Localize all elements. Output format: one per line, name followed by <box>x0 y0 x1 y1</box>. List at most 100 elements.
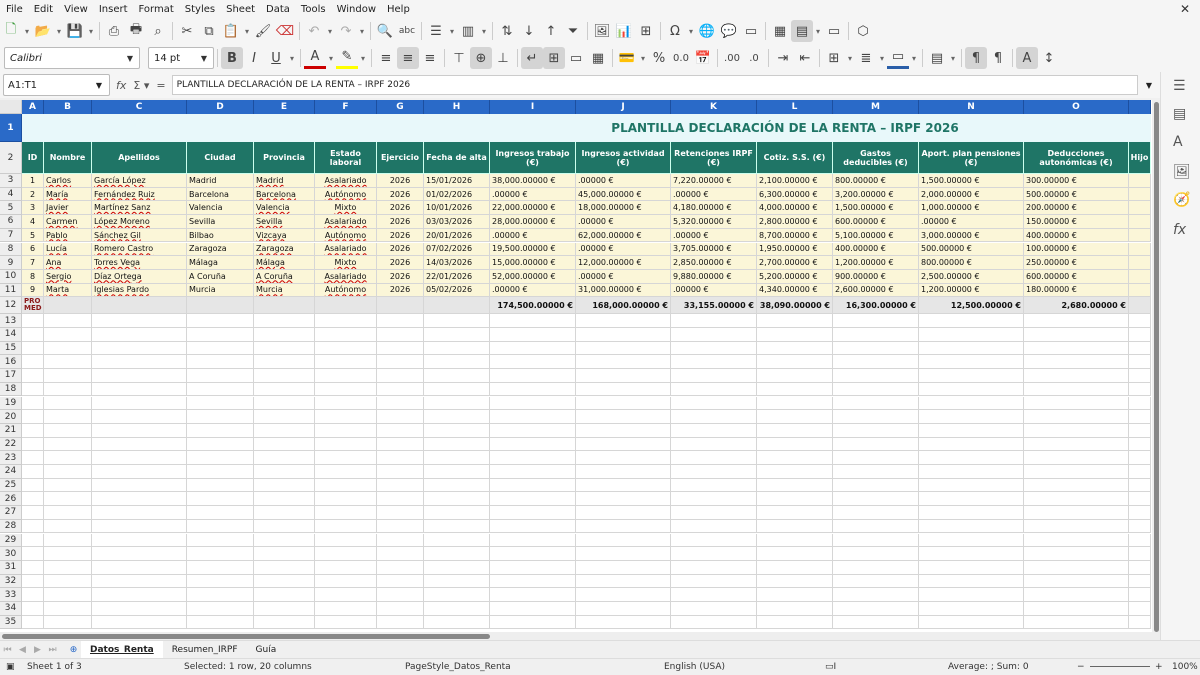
table-cell[interactable]: 6 <box>22 242 44 257</box>
table-cell[interactable]: 1,500.00000 € <box>833 201 919 216</box>
empty-cell[interactable] <box>1129 492 1151 507</box>
empty-cell[interactable] <box>377 423 424 438</box>
row-header-30[interactable]: 30 <box>0 547 22 561</box>
empty-cell[interactable] <box>187 533 254 548</box>
empty-cell[interactable] <box>377 492 424 507</box>
freeze-icon[interactable]: ▤ <box>791 20 813 42</box>
empty-cell[interactable] <box>1129 396 1151 411</box>
border-style-dropdown-icon[interactable]: ▾ <box>877 47 887 69</box>
empty-cell[interactable] <box>671 602 757 616</box>
empty-cell[interactable] <box>315 560 377 575</box>
empty-cell[interactable] <box>1129 451 1151 465</box>
currency-dropdown-icon[interactable]: ▾ <box>638 47 648 69</box>
empty-cell[interactable] <box>315 602 377 616</box>
column-header-b[interactable]: B <box>44 100 92 114</box>
empty-cell[interactable] <box>315 615 377 630</box>
empty-cell[interactable] <box>254 492 315 507</box>
column-title[interactable]: Hijo <box>1129 142 1151 174</box>
merge-center-icon[interactable]: ⊞ <box>543 47 565 69</box>
table-cell[interactable]: Bilbao <box>187 228 254 243</box>
row-header-4[interactable]: 4 <box>0 187 22 202</box>
table-cell[interactable]: Carmen <box>44 215 92 229</box>
empty-cell[interactable] <box>315 369 377 383</box>
row-header-16[interactable]: 16 <box>0 355 22 370</box>
column-header-i[interactable]: I <box>490 100 576 114</box>
total-cell[interactable]: 33,155.00000 € <box>671 297 757 315</box>
empty-cell[interactable] <box>92 328 187 342</box>
totals-label[interactable]: PRO MED <box>22 297 44 315</box>
table-cell[interactable]: 800.00000 € <box>833 174 919 188</box>
table-cell[interactable]: 100.00000 € <box>1024 242 1129 257</box>
wrap-text-icon[interactable]: ↵ <box>521 47 543 69</box>
empty-cell[interactable] <box>22 465 44 479</box>
italic-icon[interactable]: I <box>243 47 265 69</box>
empty-cell[interactable] <box>490 382 576 397</box>
empty-cell[interactable] <box>1129 615 1151 630</box>
table-cell[interactable]: 300.00000 € <box>1024 174 1129 188</box>
empty-cell[interactable] <box>1129 314 1151 328</box>
empty-cell[interactable] <box>757 560 833 575</box>
empty-cell[interactable] <box>671 506 757 520</box>
table-cell[interactable]: 05/02/2026 <box>424 283 490 298</box>
column-header-p[interactable] <box>1129 100 1151 114</box>
function-wizard-icon[interactable]: fx <box>116 79 126 92</box>
image-icon[interactable]: 🖼 <box>591 20 613 42</box>
freeze-dropdown-icon[interactable]: ▾ <box>813 20 823 42</box>
empty-cell[interactable] <box>22 533 44 548</box>
empty-cell[interactable] <box>833 451 919 465</box>
column-header-h[interactable]: H <box>424 100 490 114</box>
row-header-27[interactable]: 27 <box>0 506 22 520</box>
empty-cell[interactable] <box>315 297 377 315</box>
empty-cell[interactable] <box>377 396 424 411</box>
autofilter-icon[interactable]: ⏷ <box>562 20 584 42</box>
empty-cell[interactable] <box>1024 328 1129 342</box>
empty-cell[interactable] <box>44 492 92 507</box>
table-cell[interactable]: 22,000.00000 € <box>490 201 576 216</box>
table-cell[interactable] <box>1129 283 1151 298</box>
table-cell[interactable]: García López <box>92 174 187 188</box>
sort-icon[interactable]: ⇅ <box>496 20 518 42</box>
percent-icon[interactable]: % <box>648 47 670 69</box>
new-dropdown-icon[interactable]: ▾ <box>22 20 32 42</box>
empty-cell[interactable] <box>377 519 424 534</box>
empty-cell[interactable] <box>919 369 1024 383</box>
column-icon[interactable]: ▥ <box>457 20 479 42</box>
empty-cell[interactable] <box>315 437 377 452</box>
empty-cell[interactable] <box>671 423 757 438</box>
empty-cell[interactable] <box>315 396 377 411</box>
cut-icon[interactable]: ✂ <box>176 20 198 42</box>
empty-cell[interactable] <box>424 297 490 315</box>
empty-cell[interactable] <box>1024 382 1129 397</box>
empty-cell[interactable] <box>1129 533 1151 548</box>
empty-cell[interactable] <box>1129 519 1151 534</box>
table-cell[interactable]: Autónomo <box>315 283 377 298</box>
menu-window[interactable]: Window <box>331 4 381 15</box>
table-cell[interactable]: 15/01/2026 <box>424 174 490 188</box>
empty-cell[interactable] <box>92 574 187 589</box>
table-cell[interactable]: 2,600.00000 € <box>833 283 919 298</box>
empty-cell[interactable] <box>44 478 92 493</box>
empty-cell[interactable] <box>490 519 576 534</box>
row-header-26[interactable]: 26 <box>0 492 22 507</box>
table-cell[interactable]: .00000 € <box>671 228 757 243</box>
empty-cell[interactable] <box>254 451 315 465</box>
empty-cell[interactable] <box>92 341 187 356</box>
empty-cell[interactable] <box>1024 574 1129 589</box>
empty-cell[interactable] <box>576 547 671 561</box>
spreadsheet-grid[interactable]: ABCDEFGHIJKLMNO 1 PLANTILLA DECLARACIÓN D… <box>0 100 1152 632</box>
empty-cell[interactable] <box>424 547 490 561</box>
row-header-2[interactable]: 2 <box>0 142 22 174</box>
empty-cell[interactable] <box>22 369 44 383</box>
empty-cell[interactable] <box>44 297 92 315</box>
empty-cell[interactable] <box>44 355 92 370</box>
empty-cell[interactable] <box>92 533 187 548</box>
empty-cell[interactable] <box>254 437 315 452</box>
prev-sheet-icon[interactable]: ◀ <box>15 645 30 655</box>
column-title[interactable]: Ingresos actividad (€) <box>576 142 671 174</box>
vertical-text-icon[interactable]: A <box>1016 47 1038 69</box>
empty-cell[interactable] <box>757 615 833 630</box>
table-cell[interactable]: 8 <box>22 269 44 284</box>
empty-cell[interactable] <box>22 423 44 438</box>
align-bottom-icon[interactable]: ⊥ <box>492 47 514 69</box>
empty-cell[interactable] <box>44 451 92 465</box>
